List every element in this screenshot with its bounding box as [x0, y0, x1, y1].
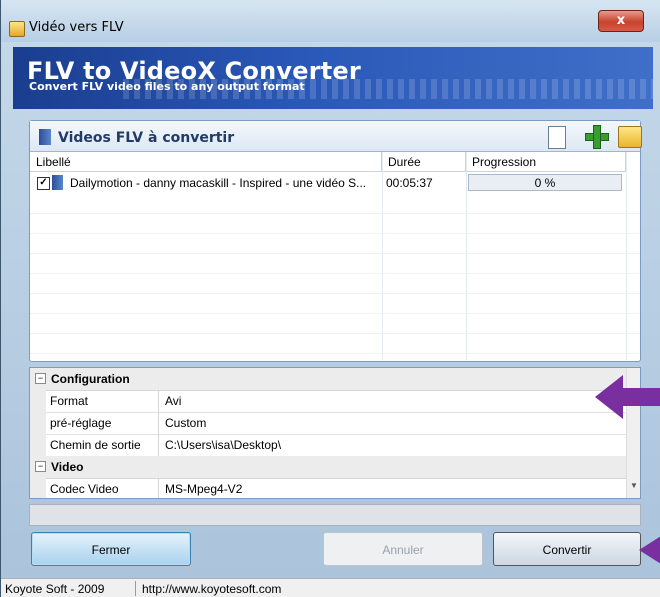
empty-row [30, 294, 640, 314]
column-header-progress[interactable]: Progression [466, 152, 626, 172]
cancel-button[interactable]: Annuler [323, 532, 483, 566]
empty-row [30, 254, 640, 274]
status-bar: Koyote Soft - 2009 http://www.koyotesoft… [1, 578, 660, 597]
annotation-arrow-icon [639, 536, 660, 564]
properties-grid: − Configuration Format Avi pré-réglage C… [29, 367, 641, 499]
video-list-icon [39, 129, 51, 145]
category-label: Configuration [51, 372, 130, 386]
empty-row [30, 334, 640, 354]
row-checkbox[interactable]: ✓ [37, 177, 50, 190]
property-row-preset[interactable]: pré-réglage Custom [30, 412, 626, 435]
collapse-icon[interactable]: − [35, 461, 46, 472]
videos-panel: Videos FLV à convertir Libellé Durée Pro… [29, 120, 642, 362]
main-window: Vidéo vers FLV x FLV to VideoX Converter… [0, 0, 660, 597]
empty-row [30, 314, 640, 334]
close-window-button[interactable]: x [598, 10, 644, 32]
collapse-icon[interactable]: − [35, 373, 46, 384]
scroll-down-icon[interactable]: ▼ [630, 481, 638, 490]
property-row-video-codec[interactable]: Codec Video MS-Mpeg4-V2 [30, 478, 626, 498]
status-url: http://www.koyotesoft.com [142, 582, 282, 596]
property-value[interactable]: Custom [165, 416, 206, 430]
banner-subtitle: Convert FLV video files to any output fo… [29, 80, 305, 93]
video-file-icon [52, 175, 63, 190]
panel-title: Videos FLV à convertir [58, 130, 235, 146]
close-button[interactable]: Fermer [31, 532, 191, 566]
column-header-label[interactable]: Libellé [30, 152, 382, 172]
property-value[interactable]: MS-Mpeg4-V2 [165, 482, 242, 496]
empty-row [30, 214, 640, 234]
video-duration: 00:05:37 [386, 176, 433, 190]
category-video[interactable]: − Video [30, 456, 626, 479]
header-banner: FLV to VideoX Converter Convert FLV vide… [13, 47, 653, 109]
window-title: Vidéo vers FLV [29, 20, 124, 35]
property-key: Codec Video [50, 482, 119, 496]
video-progress: 0 % [468, 174, 622, 191]
convert-button[interactable]: Convertir [493, 532, 641, 566]
property-value[interactable]: Avi [165, 394, 181, 408]
add-icon[interactable] [585, 125, 609, 149]
empty-row [30, 274, 640, 294]
video-label: Dailymotion - danny macaskill - Inspired… [70, 176, 367, 190]
app-icon [9, 21, 25, 37]
status-separator [135, 581, 136, 596]
title-bar: Vidéo vers FLV x [1, 0, 660, 42]
property-key: Chemin de sortie [50, 438, 141, 452]
new-document-icon[interactable] [548, 126, 566, 149]
status-area [29, 504, 641, 526]
annotation-arrow-icon [595, 375, 660, 419]
empty-row [30, 234, 640, 254]
column-header-duration[interactable]: Durée [382, 152, 466, 172]
property-value[interactable]: C:\Users\isa\Desktop\ [165, 438, 281, 452]
property-key: Format [50, 394, 89, 408]
empty-row [30, 194, 640, 214]
property-row-output-path[interactable]: Chemin de sortie C:\Users\isa\Desktop\ [30, 434, 626, 457]
table-row[interactable]: ✓ Dailymotion - danny macaskill - Inspir… [30, 172, 640, 194]
category-label: Video [51, 460, 84, 474]
property-key: pré-réglage [50, 416, 112, 430]
status-company: Koyote Soft - 2009 [5, 582, 105, 596]
category-configuration[interactable]: − Configuration [30, 368, 626, 391]
panel-header: Videos FLV à convertir [30, 121, 642, 152]
property-row-format[interactable]: Format Avi [30, 390, 626, 413]
open-folder-icon[interactable] [618, 126, 642, 148]
